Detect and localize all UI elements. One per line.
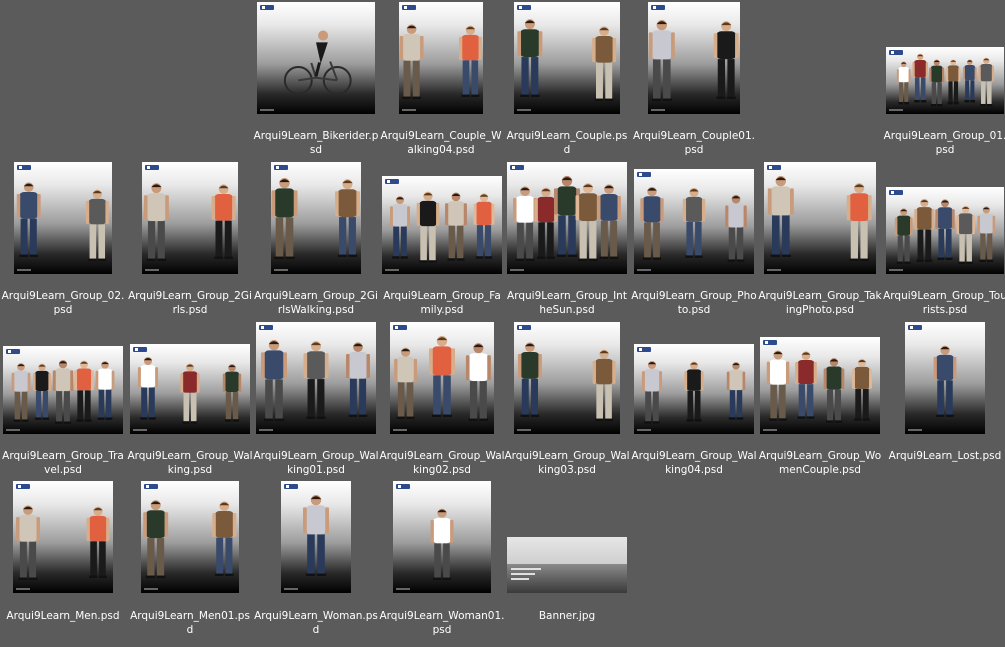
file-name-label[interactable]: Banner.jpg	[504, 609, 630, 623]
file-name-label[interactable]: Arqui9Learn_Bikerider.psd	[253, 129, 379, 157]
banner-thumbnail[interactable]	[507, 537, 627, 593]
file-name-label[interactable]: Arqui9Learn_Men.psd	[0, 609, 126, 623]
file-name-label[interactable]: Arqui9Learn_Group_Walking04.psd	[631, 449, 757, 477]
group-photo-thumbnail[interactable]	[764, 162, 876, 274]
people-figures	[767, 175, 872, 262]
group-thumbnail[interactable]	[142, 162, 238, 274]
people-figures	[389, 191, 495, 263]
people-figures	[16, 505, 110, 581]
woman-thumbnail[interactable]	[281, 481, 351, 593]
group-thumbnail[interactable]	[886, 47, 1004, 114]
group-walking-thumbnail[interactable]	[390, 322, 494, 434]
file-name-label[interactable]: Arqui9Learn_Group_2GirlsWalking.psd	[253, 289, 379, 317]
couple-walking-thumbnail[interactable]	[399, 2, 483, 114]
file-item[interactable]: Arqui9Learn_Couple01.psd	[631, 0, 757, 647]
file-name-label[interactable]: Arqui9Learn_Group_Family.psd	[379, 289, 505, 317]
file-name-label[interactable]: Arqui9Learn_Lost.psd	[882, 449, 1005, 463]
people-figures	[261, 339, 370, 422]
file-name-label[interactable]: Arqui9Learn_Group_WomenCouple.psd	[757, 449, 883, 477]
group-thumbnail[interactable]	[886, 187, 1004, 274]
people-figures	[16, 182, 109, 262]
people-figures	[399, 24, 482, 100]
bikerider-thumbnail[interactable]	[257, 2, 375, 114]
woman-thumbnail[interactable]	[393, 481, 491, 593]
file-name-label[interactable]: Arqui9Learn_Woman01.psd	[379, 609, 505, 637]
people-figures	[143, 183, 236, 262]
group-thumbnail[interactable]	[14, 162, 112, 274]
people-figures	[648, 19, 739, 102]
file-name-label[interactable]: Arqui9Learn_Group_Walking03.psd	[504, 449, 630, 477]
people-figures	[513, 175, 621, 262]
file-name-label[interactable]: Arqui9Learn_Woman.psd	[253, 609, 379, 637]
group-walking-thumbnail[interactable]	[256, 322, 376, 434]
people-figures	[11, 360, 115, 424]
file-item[interactable]: Arqui9Learn_Men01.psd	[127, 0, 253, 647]
people-figures	[303, 494, 329, 577]
file-name-label[interactable]: Arqui9Learn_Group_Walking01.psd	[253, 449, 379, 477]
file-name-label[interactable]: Arqui9Learn_Group_Walking.psd	[127, 449, 253, 477]
file-name-label[interactable]: Arqui9Learn_Group_IntheSun.psd	[504, 289, 630, 317]
people-figures	[394, 335, 491, 422]
banner-text-line	[511, 567, 541, 570]
group-walking-thumbnail[interactable]	[130, 344, 250, 434]
file-thumbnail-grid: Arqui9Learn_Bikerider.psd Arqui9Learn_Co…	[0, 0, 1005, 647]
group-thumbnail[interactable]	[760, 337, 880, 434]
file-name-label[interactable]: Arqui9Learn_Group_Walking02.psd	[379, 449, 505, 477]
group-walking-thumbnail[interactable]	[514, 322, 620, 434]
people-figures	[517, 19, 617, 102]
group-photo-thumbnail[interactable]	[634, 169, 754, 274]
people-figures	[641, 360, 746, 424]
group-family-thumbnail[interactable]	[382, 176, 502, 274]
group-walking-thumbnail[interactable]	[634, 344, 754, 434]
person-thumbnail[interactable]	[905, 322, 985, 434]
file-name-label[interactable]: Arqui9Learn_Couple.psd	[504, 129, 630, 157]
men-thumbnail[interactable]	[141, 481, 239, 593]
file-name-label[interactable]: Arqui9Learn_Men01.psd	[127, 609, 253, 637]
file-name-label[interactable]: Arqui9Learn_Group_Travel.psd	[0, 449, 126, 477]
file-name-label[interactable]: Arqui9Learn_Couple01.psd	[631, 129, 757, 157]
file-name-label[interactable]: Arqui9Learn_Group_Tourists.psd	[882, 289, 1005, 317]
people-figures	[894, 198, 996, 265]
banner-text-line	[511, 577, 529, 580]
file-name-label[interactable]: Arqui9Learn_Group_01.psd	[882, 129, 1005, 157]
group-thumbnail[interactable]	[507, 162, 627, 274]
couple-thumbnail[interactable]	[648, 2, 740, 114]
banner-text-line	[511, 572, 535, 575]
banner-top-strip	[507, 537, 627, 564]
file-name-label[interactable]: Arqui9Learn_Group_TakingPhoto.psd	[757, 289, 883, 317]
file-name-label[interactable]: Arqui9Learn_Group_2Girls.psd	[127, 289, 253, 317]
group-thumbnail[interactable]	[271, 162, 361, 274]
file-name-label[interactable]: Arqui9Learn_Couple_Walking04.psd	[378, 129, 504, 157]
people-figures	[933, 345, 957, 418]
people-figures	[430, 508, 454, 581]
people-figures	[271, 177, 360, 260]
bikerider-figure	[283, 30, 352, 95]
file-item[interactable]: Arqui9Learn_Men.psd	[0, 0, 126, 647]
file-item[interactable]: Arqui9Learn_Group_WomenCouple.psd	[757, 0, 883, 647]
people-figures	[143, 500, 237, 579]
group-travel-thumbnail[interactable]	[3, 346, 123, 434]
couple-thumbnail[interactable]	[514, 2, 620, 114]
men-thumbnail[interactable]	[13, 481, 113, 593]
people-figures	[137, 356, 242, 424]
people-figures	[517, 342, 616, 422]
people-figures	[896, 53, 995, 107]
people-figures	[640, 186, 747, 262]
file-name-label[interactable]: Arqui9Learn_Group_Photo.psd	[631, 289, 757, 317]
people-figures	[766, 350, 872, 423]
file-name-label[interactable]: Arqui9Learn_Group_02.psd	[0, 289, 126, 317]
file-item[interactable]: Arqui9Learn_Group_TakingPhoto.psd	[757, 0, 883, 647]
